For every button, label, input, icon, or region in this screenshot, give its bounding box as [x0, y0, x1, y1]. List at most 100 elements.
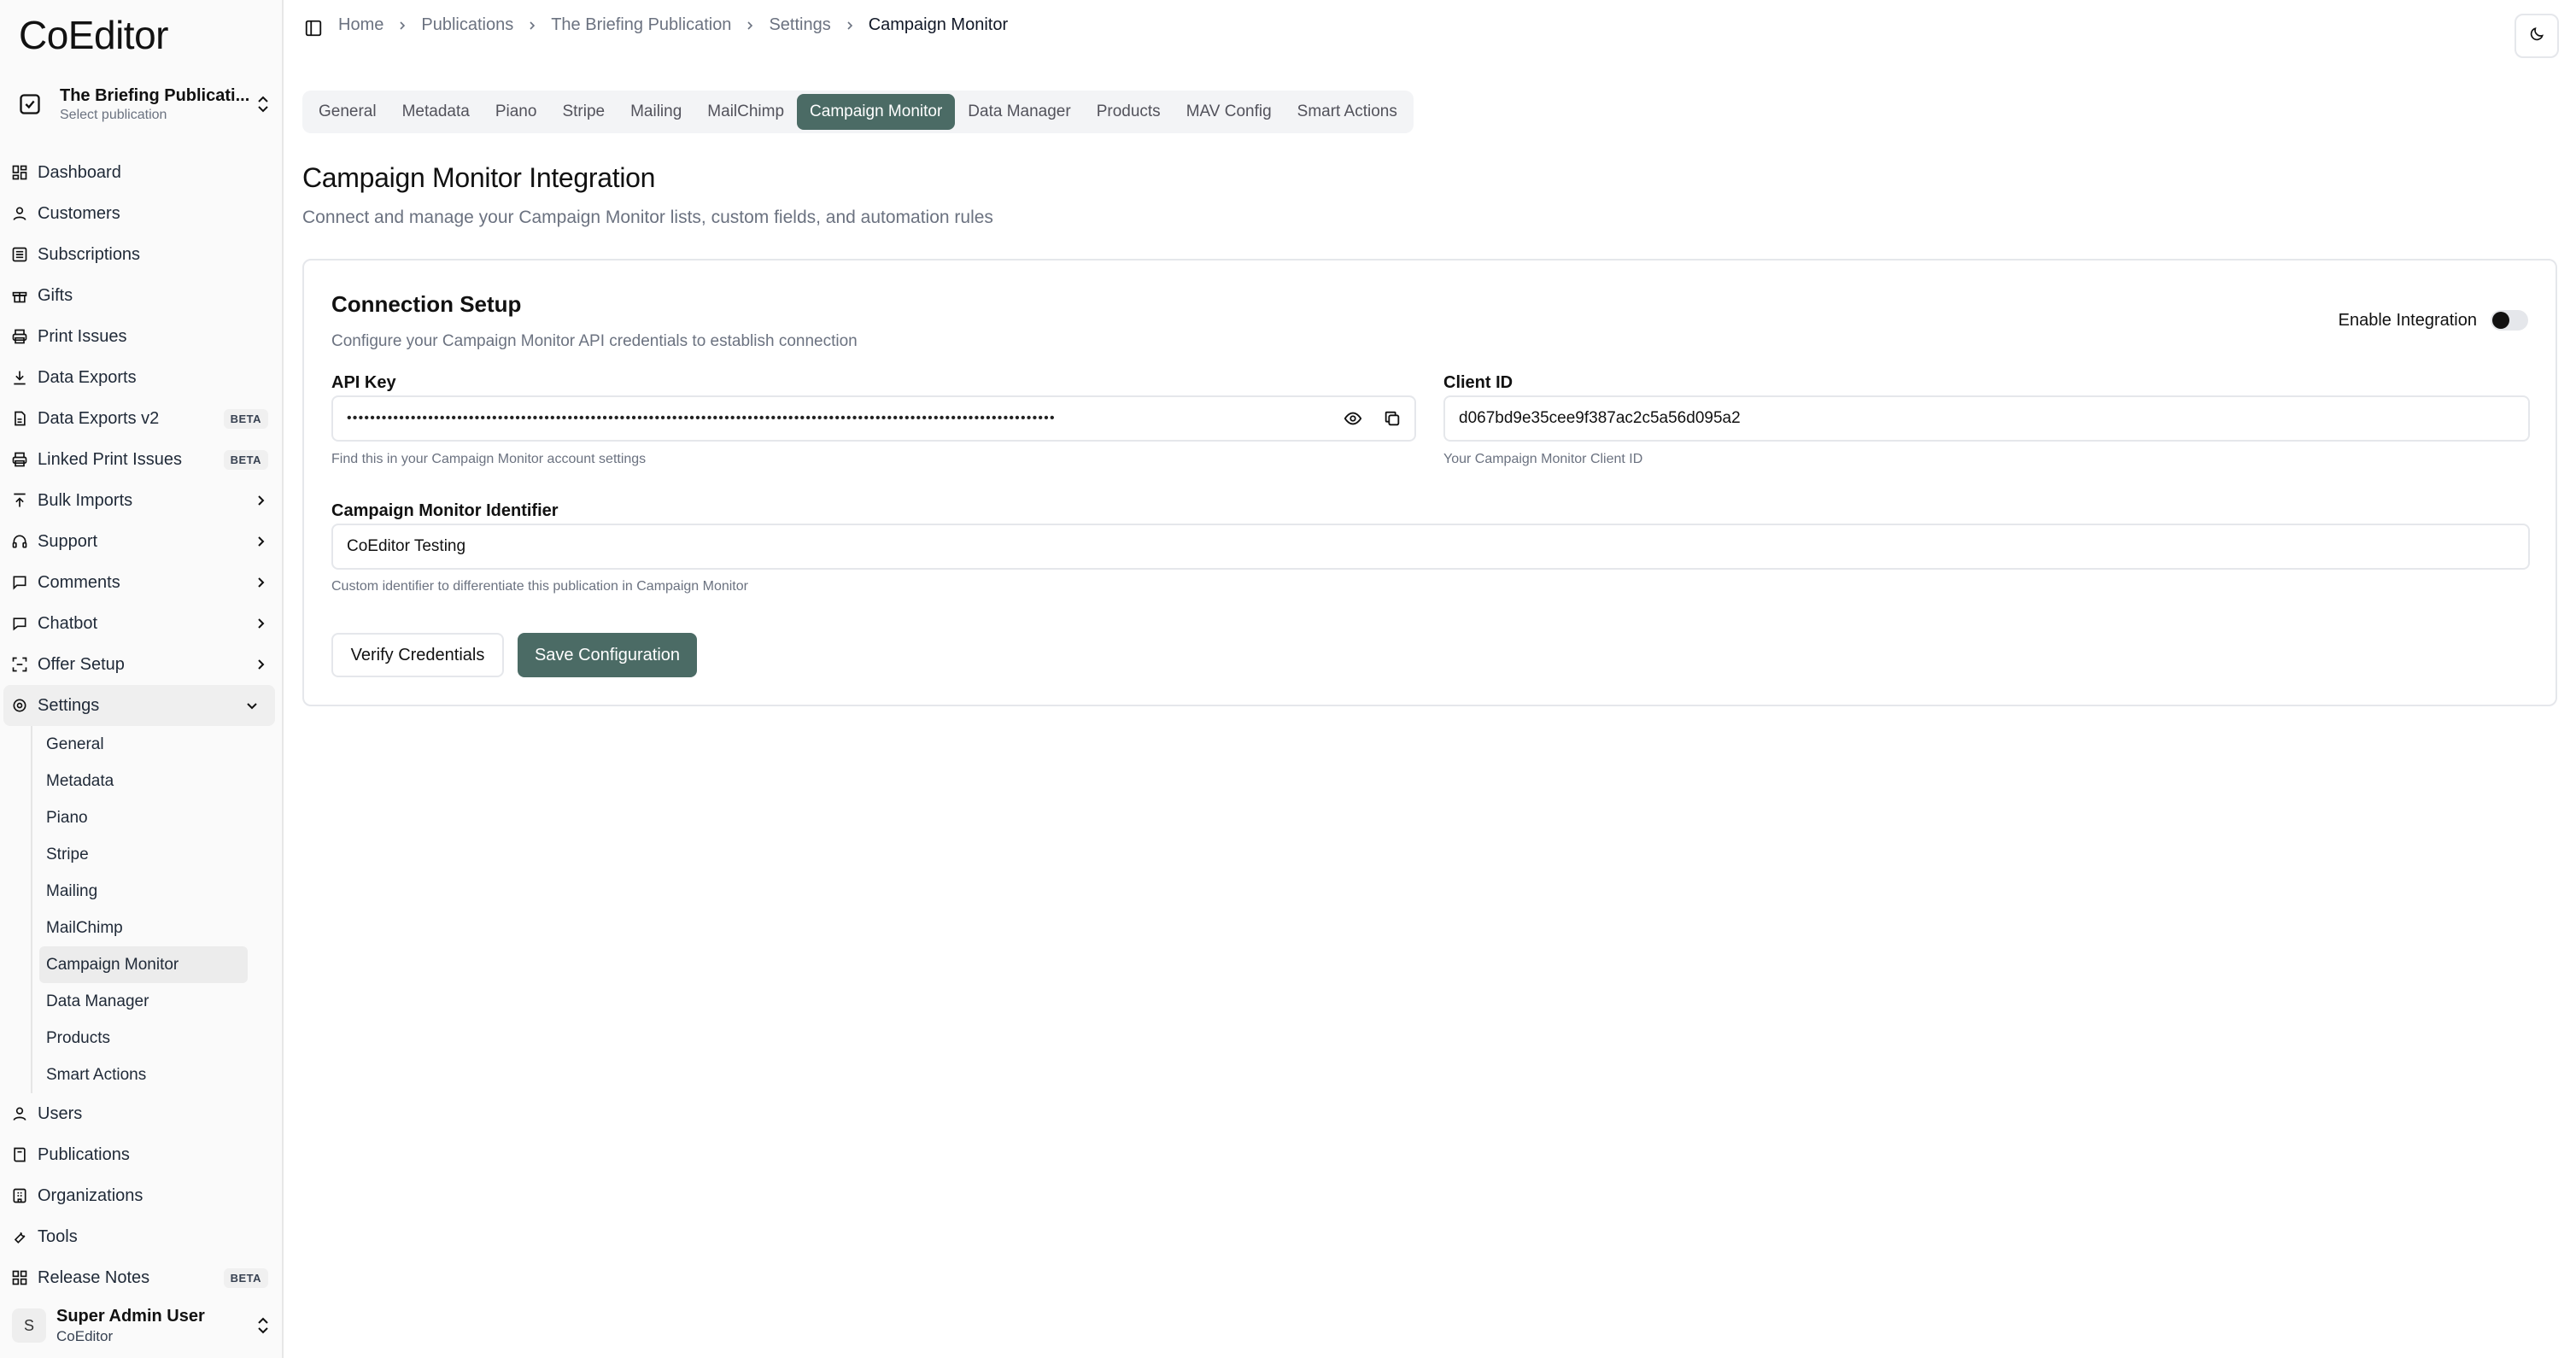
breadcrumb-publications[interactable]: Publications: [421, 15, 513, 35]
client-id-help: Your Campaign Monitor Client ID: [1443, 452, 1643, 466]
tab-data-manager[interactable]: Data Manager: [955, 94, 1083, 130]
settings-submenu: General Metadata Piano Stripe Mailing Ma…: [31, 726, 248, 1093]
breadcrumb-settings[interactable]: Settings: [769, 15, 830, 35]
user-menu[interactable]: S Super Admin User CoEditor: [12, 1303, 273, 1348]
sidebar-item-label: Print Issues: [38, 326, 127, 346]
sidebar-item-dashboard[interactable]: Dashboard: [0, 152, 284, 193]
sidebar-item-label: Comments: [38, 572, 120, 592]
tab-smart-actions[interactable]: Smart Actions: [1285, 94, 1410, 130]
sidebar-item-linked-print-issues[interactable]: Linked Print Issues BETA: [0, 439, 284, 480]
submenu-item-smart-actions[interactable]: Smart Actions: [39, 1057, 248, 1093]
upload-icon: [10, 491, 29, 510]
sidebar-item-subscriptions[interactable]: Subscriptions: [0, 234, 284, 275]
tab-stripe[interactable]: Stripe: [549, 94, 618, 130]
sidebar-item-chatbot[interactable]: Chatbot: [0, 603, 284, 644]
sidebar-item-gifts[interactable]: Gifts: [0, 275, 284, 316]
sidebar-item-customers[interactable]: Customers: [0, 193, 284, 234]
chevrons-up-down-icon: [253, 1313, 273, 1338]
chevron-right-icon: [527, 20, 537, 31]
eye-icon[interactable]: [1336, 401, 1370, 436]
tab-mailchimp[interactable]: MailChimp: [694, 94, 797, 130]
sidebar-item-label: Tools: [38, 1226, 78, 1246]
sidebar-item-label: Data Exports v2: [38, 408, 160, 428]
user-icon: [10, 1104, 29, 1123]
sidebar-item-bulk-imports[interactable]: Bulk Imports: [0, 480, 284, 521]
brand-logo: CoEditor: [19, 13, 168, 57]
submenu-item-stripe[interactable]: Stripe: [39, 836, 248, 873]
submenu-item-general[interactable]: General: [39, 726, 248, 763]
chevron-down-icon: [244, 698, 260, 713]
api-key-field[interactable]: ••••••••••••••••••••••••••••••••••••••••…: [331, 395, 1416, 442]
verify-credentials-button[interactable]: Verify Credentials: [331, 633, 504, 677]
chat-icon: [10, 614, 29, 633]
sidebar-item-label: Support: [38, 531, 98, 551]
submenu-item-metadata[interactable]: Metadata: [39, 763, 248, 799]
app-root: CoEditor The Briefing Publicati... Selec…: [0, 0, 2576, 1358]
sidebar-item-print-issues[interactable]: Print Issues: [0, 316, 284, 357]
enable-integration-label: Enable Integration: [2338, 310, 2477, 330]
sidebar-item-data-exports-v2[interactable]: Data Exports v2 BETA: [0, 398, 284, 439]
grid-icon: [10, 1268, 29, 1287]
sidebar-item-organizations[interactable]: Organizations: [0, 1175, 284, 1216]
connection-setup-card: Connection Setup Configure your Campaign…: [302, 259, 2557, 706]
user-name: Super Admin User: [56, 1306, 205, 1326]
book-icon: [10, 1145, 29, 1164]
submenu-item-campaign-monitor[interactable]: Campaign Monitor: [39, 946, 248, 983]
list-icon: [10, 245, 29, 264]
sidebar-nav: Dashboard Customers Subscriptions Gifts …: [0, 152, 284, 1298]
tab-products[interactable]: Products: [1084, 94, 1174, 130]
gift-icon: [10, 286, 29, 305]
moon-icon: [2528, 26, 2545, 47]
sidebar-item-publications[interactable]: Publications: [0, 1134, 284, 1175]
enable-integration: Enable Integration: [2339, 310, 2528, 331]
sidebar-toggle-icon[interactable]: [304, 19, 323, 38]
sidebar-item-comments[interactable]: Comments: [0, 562, 284, 603]
file-icon: [10, 409, 29, 428]
scan-icon: [10, 655, 29, 674]
submenu-item-mailing[interactable]: Mailing: [39, 873, 248, 910]
breadcrumb-publication[interactable]: The Briefing Publication: [551, 15, 731, 35]
submenu-item-piano[interactable]: Piano: [39, 799, 248, 836]
sidebar-item-support[interactable]: Support: [0, 521, 284, 562]
dashboard-icon: [10, 163, 29, 182]
submenu-item-products[interactable]: Products: [39, 1020, 248, 1057]
sidebar-item-data-exports[interactable]: Data Exports: [0, 357, 284, 398]
api-key-masked-value: ••••••••••••••••••••••••••••••••••••••••…: [347, 411, 1056, 425]
tab-piano[interactable]: Piano: [483, 94, 550, 130]
publication-switcher[interactable]: The Briefing Publicati... Select publica…: [12, 80, 273, 128]
sidebar-item-label: Users: [38, 1103, 83, 1123]
sidebar-item-users[interactable]: Users: [0, 1093, 284, 1134]
publication-name: The Briefing Publicati...: [60, 85, 250, 105]
sidebar-item-label: Gifts: [38, 285, 73, 305]
sidebar-item-release-notes[interactable]: Release Notes BETA: [0, 1257, 284, 1298]
sidebar-item-label: Data Exports: [38, 367, 137, 387]
theme-toggle-button[interactable]: [2515, 14, 2559, 58]
support-icon: [10, 532, 29, 551]
sidebar-item-label: Settings: [38, 695, 100, 715]
sidebar-item-tools[interactable]: Tools: [0, 1216, 284, 1257]
chevrons-up-down-icon: [253, 91, 273, 117]
tab-campaign-monitor[interactable]: Campaign Monitor: [797, 94, 956, 130]
breadcrumb-home[interactable]: Home: [338, 15, 383, 35]
printer-icon: [10, 450, 29, 469]
tab-metadata[interactable]: Metadata: [389, 94, 483, 130]
chevron-right-icon: [253, 657, 268, 672]
submenu-item-data-manager[interactable]: Data Manager: [39, 983, 248, 1020]
chevron-right-icon: [397, 20, 407, 31]
tab-general[interactable]: General: [306, 94, 389, 130]
identifier-field[interactable]: CoEditor Testing: [331, 524, 2530, 570]
beta-badge: BETA: [223, 449, 268, 470]
sidebar-item-offer-setup[interactable]: Offer Setup: [0, 644, 284, 685]
submenu-item-mailchimp[interactable]: MailChimp: [39, 910, 248, 946]
sidebar-item-settings[interactable]: Settings: [3, 685, 275, 726]
sidebar: CoEditor The Briefing Publicati... Selec…: [0, 0, 284, 1358]
tab-mailing[interactable]: Mailing: [618, 94, 694, 130]
user-icon: [10, 204, 29, 223]
copy-icon[interactable]: [1375, 401, 1409, 436]
save-configuration-button[interactable]: Save Configuration: [518, 633, 697, 677]
enable-integration-toggle[interactable]: [2491, 310, 2528, 331]
chevron-right-icon: [845, 20, 855, 31]
tab-mav-config[interactable]: MAV Config: [1174, 94, 1285, 130]
client-id-field[interactable]: d067bd9e35cee9f387ac2c5a56d095a2: [1443, 395, 2530, 442]
download-icon: [10, 368, 29, 387]
